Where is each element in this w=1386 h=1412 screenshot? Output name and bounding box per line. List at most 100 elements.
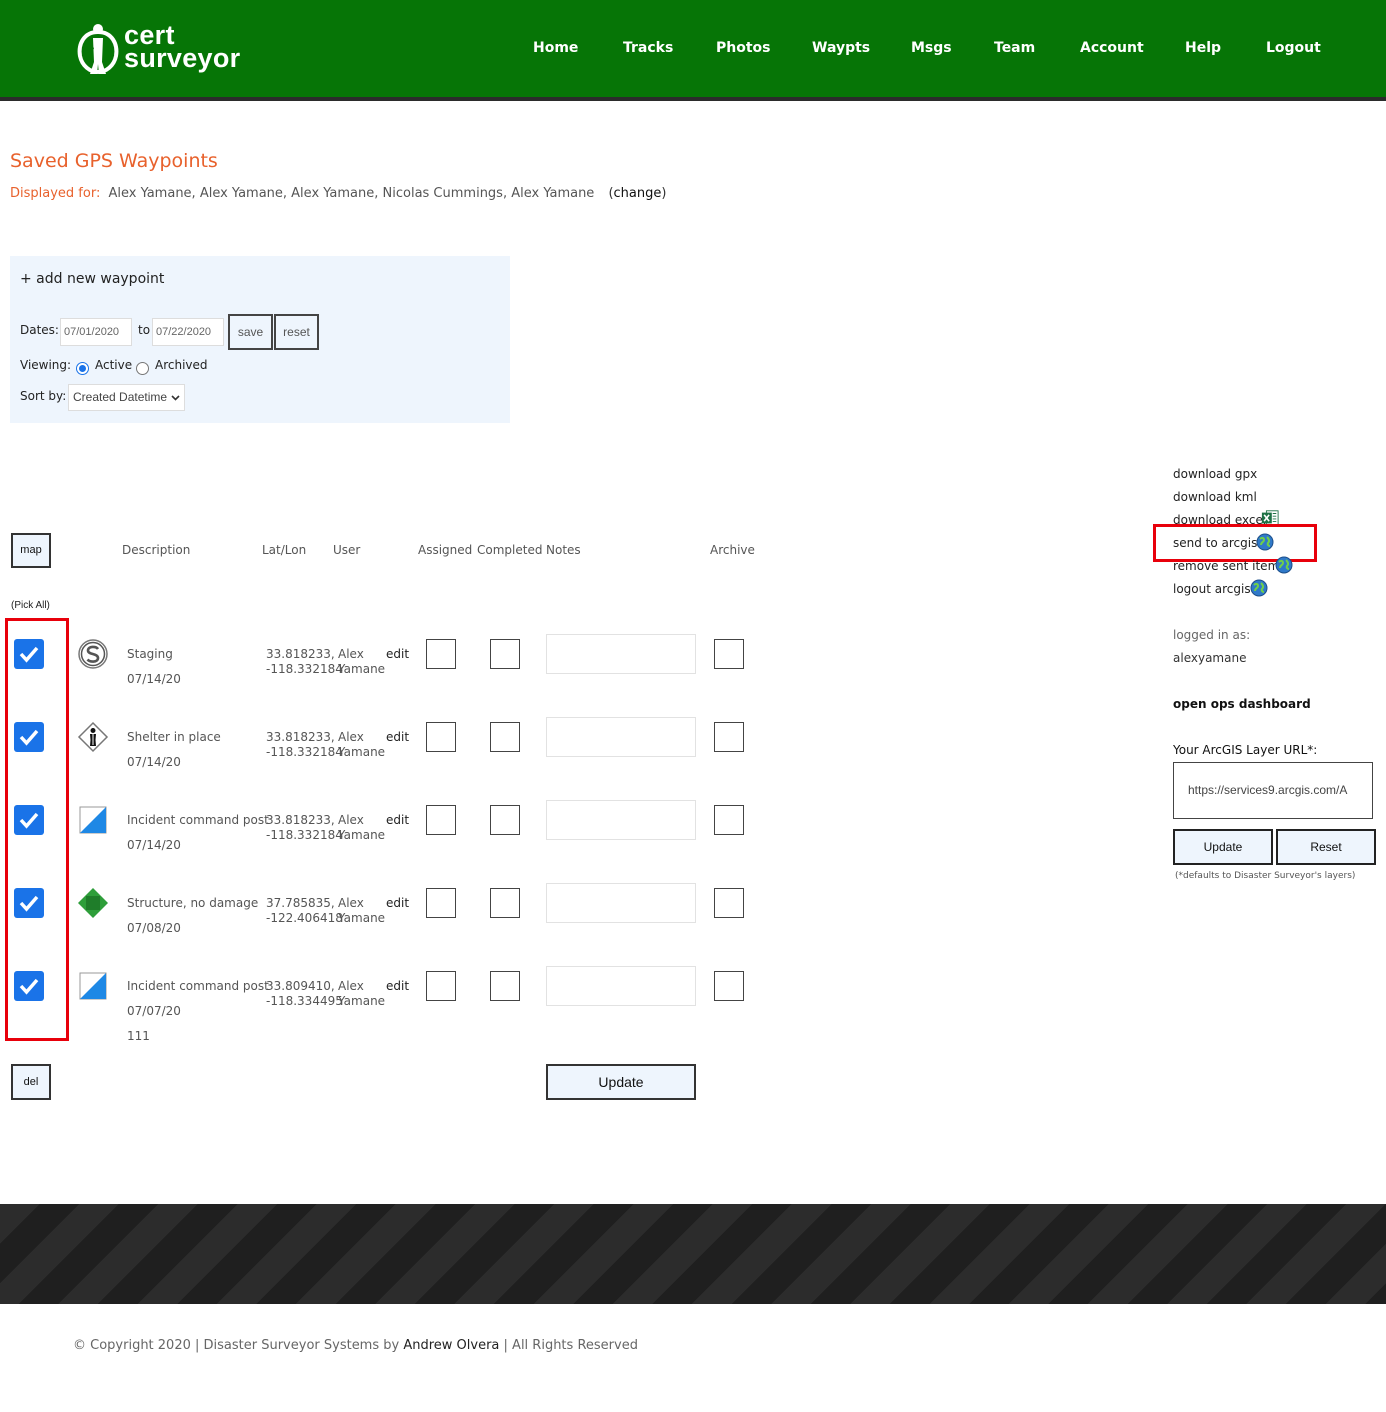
row-edit-link[interactable]: edit	[386, 979, 409, 993]
arcgis-globe-icon	[1256, 533, 1274, 551]
download-gpx-link[interactable]: download gpx	[1173, 467, 1257, 481]
date-from-input[interactable]	[60, 318, 132, 346]
nav-logout[interactable]: Logout	[1266, 40, 1321, 56]
row-completed-checkbox[interactable]	[490, 888, 520, 918]
dates-label: Dates:	[20, 323, 59, 337]
row-assigned-checkbox[interactable]	[426, 971, 456, 1001]
copyright-suffix: | All Rights Reserved	[499, 1338, 638, 1353]
row-user-last: Yamane	[338, 911, 386, 925]
pick-all-link[interactable]: (Pick All)	[11, 600, 50, 611]
row-select-checkbox[interactable]	[14, 722, 44, 752]
nav-help[interactable]: Help	[1185, 40, 1221, 56]
reset-button[interactable]: reset	[274, 314, 319, 350]
arcgis-update-button[interactable]: Update	[1173, 829, 1273, 865]
row-user-last: Yamane	[338, 745, 386, 759]
row-edit-link[interactable]: edit	[386, 730, 409, 744]
nav-waypts[interactable]: Waypts	[812, 40, 870, 56]
checkmark-icon	[19, 729, 39, 746]
nav-team[interactable]: Team	[994, 40, 1035, 56]
incident-command-post-icon	[79, 806, 107, 834]
logout-arcgis-link[interactable]: logout arcgis	[1173, 582, 1251, 596]
col-notes: Notes	[546, 543, 581, 557]
arcgis-reset-button[interactable]: Reset	[1276, 829, 1376, 865]
nav-home[interactable]: Home	[533, 40, 578, 56]
arcgis-globe-icon	[1275, 556, 1293, 574]
checkmark-icon	[19, 646, 39, 663]
change-link[interactable]: change	[614, 186, 662, 201]
row-select-checkbox[interactable]	[14, 888, 44, 918]
row-notes-input[interactable]	[546, 966, 696, 1006]
change-close-paren: )	[661, 186, 667, 201]
row-completed-checkbox[interactable]	[490, 971, 520, 1001]
row-date: 07/08/20	[127, 921, 181, 935]
send-to-arcgis-link[interactable]: send to arcgis	[1173, 536, 1257, 550]
row-description: Shelter in place	[127, 730, 221, 744]
staging-s-icon	[78, 639, 108, 669]
row-assigned-checkbox[interactable]	[426, 805, 456, 835]
row-user-first: Alex	[338, 896, 364, 910]
displayed-for-label: Displayed for:	[10, 186, 101, 201]
row-edit-link[interactable]: edit	[386, 647, 409, 661]
arcgis-layer-url-input[interactable]: https://services9.arcgis.com/A	[1173, 762, 1373, 819]
row-description: Incident command post	[127, 979, 269, 993]
date-to-input[interactable]	[152, 318, 224, 346]
change-wrapper: (change)	[608, 186, 666, 201]
row-archive-checkbox[interactable]	[714, 805, 744, 835]
logged-in-label: logged in as:	[1173, 628, 1251, 642]
row-select-checkbox[interactable]	[14, 971, 44, 1001]
row-notes-input[interactable]	[546, 634, 696, 674]
col-completed: Completed	[477, 543, 543, 557]
filter-panel: + add new waypoint Dates: to save reset …	[10, 256, 510, 423]
row-archive-checkbox[interactable]	[714, 888, 744, 918]
open-ops-dashboard-link[interactable]: open ops dashboard	[1173, 697, 1311, 711]
add-new-waypoint-link[interactable]: + add new waypoint	[20, 271, 164, 287]
sort-by-select[interactable]: Created Datetime	[68, 384, 185, 411]
nav-tracks[interactable]: Tracks	[623, 40, 673, 56]
update-button[interactable]: Update	[546, 1064, 696, 1100]
row-lat: 33.818233,	[266, 813, 335, 827]
row-completed-checkbox[interactable]	[490, 722, 520, 752]
save-button[interactable]: save	[228, 314, 273, 350]
viewing-label: Viewing:	[20, 358, 72, 372]
row-assigned-checkbox[interactable]	[426, 639, 456, 669]
row-date: 07/14/20	[127, 755, 181, 769]
row-notes-input[interactable]	[546, 800, 696, 840]
footer-band	[0, 1204, 1386, 1304]
sort-by-value: Created Datetime	[73, 390, 168, 404]
copyright: © Copyright 2020 | Disaster Surveyor Sys…	[73, 1338, 638, 1353]
row-assigned-checkbox[interactable]	[426, 722, 456, 752]
nav-photos[interactable]: Photos	[716, 40, 771, 56]
row-lat: 33.818233,	[266, 730, 335, 744]
row-edit-link[interactable]: edit	[386, 896, 409, 910]
col-description: Description	[122, 543, 191, 557]
map-button[interactable]: map	[11, 533, 51, 568]
row-date: 07/14/20	[127, 838, 181, 852]
row-notes-input[interactable]	[546, 883, 696, 923]
row-assigned-checkbox[interactable]	[426, 888, 456, 918]
archived-radio[interactable]	[136, 362, 149, 375]
row-select-checkbox[interactable]	[14, 639, 44, 669]
delete-button[interactable]: del	[11, 1064, 51, 1100]
row-user-last: Yamane	[338, 828, 386, 842]
row-archive-checkbox[interactable]	[714, 971, 744, 1001]
row-select-checkbox[interactable]	[14, 805, 44, 835]
nav-account[interactable]: Account	[1080, 40, 1144, 56]
row-date: 07/07/20	[127, 1004, 181, 1018]
row-archive-checkbox[interactable]	[714, 639, 744, 669]
row-completed-checkbox[interactable]	[490, 639, 520, 669]
checkmark-icon	[19, 978, 39, 995]
row-archive-checkbox[interactable]	[714, 722, 744, 752]
author-link[interactable]: Andrew Olvera	[403, 1338, 499, 1353]
row-user-first: Alex	[338, 979, 364, 993]
row-completed-checkbox[interactable]	[490, 805, 520, 835]
row-notes-input[interactable]	[546, 717, 696, 757]
col-user: User	[333, 543, 361, 557]
download-kml-link[interactable]: download kml	[1173, 490, 1257, 504]
nav-msgs[interactable]: Msgs	[911, 40, 952, 56]
remove-sent-item-link[interactable]: remove sent item	[1173, 559, 1279, 573]
incident-command-post-icon	[79, 972, 107, 1000]
row-extra-note: 111	[127, 1029, 150, 1043]
row-edit-link[interactable]: edit	[386, 813, 409, 827]
arcgis-url-label: Your ArcGIS Layer URL*:	[1173, 743, 1318, 757]
active-radio[interactable]	[76, 362, 89, 375]
